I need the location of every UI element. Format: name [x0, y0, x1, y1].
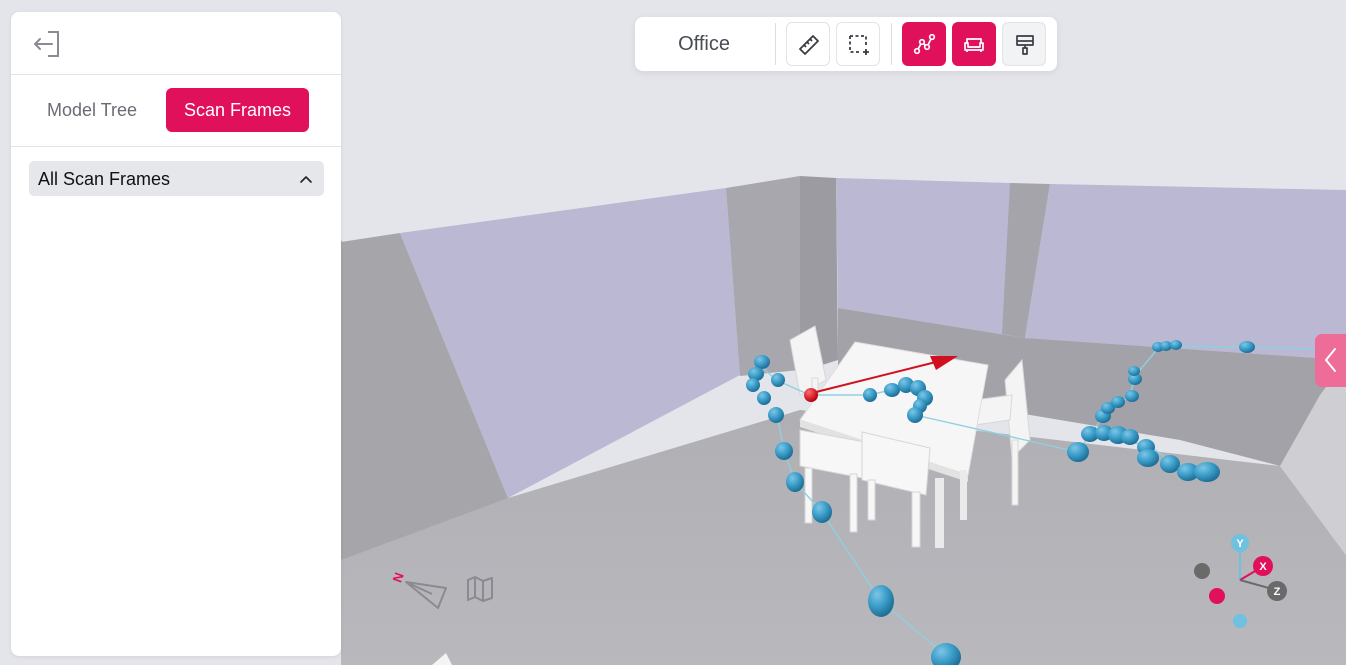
tab-scan-frames[interactable]: Scan Frames — [166, 88, 309, 132]
sofa-icon — [964, 38, 984, 52]
furniture-button[interactable] — [952, 22, 996, 66]
scan-path-button[interactable] — [902, 22, 946, 66]
gizmo-neg-x — [1209, 588, 1225, 604]
side-panel-header — [11, 12, 341, 75]
dropdown-label: All Scan Frames — [38, 169, 171, 189]
selection-add-icon — [849, 35, 869, 55]
toolbar-divider — [891, 23, 892, 65]
tab-model-tree[interactable]: Model Tree — [27, 88, 157, 132]
ruler-icon — [799, 35, 819, 55]
table-leg — [960, 470, 967, 520]
compass-north-label: N — [389, 572, 406, 584]
side-panel: Model Tree Scan Frames All Scan Frames — [11, 12, 341, 656]
gizmo-neg-y — [1233, 614, 1247, 628]
gizmo-z-label: Z — [1274, 586, 1281, 598]
right-wall — [1025, 184, 1346, 360]
navigation-controls: N — [388, 570, 498, 616]
project-title[interactable]: Office — [635, 17, 773, 71]
paint-button[interactable] — [1002, 22, 1046, 66]
map-icon[interactable] — [467, 576, 493, 602]
toolbar-divider — [775, 23, 776, 65]
compass-icon[interactable]: N — [389, 570, 447, 609]
paint-roller-icon — [1016, 35, 1034, 55]
gizmo-neg-z — [1194, 563, 1210, 579]
chevron-left-icon — [1325, 348, 1336, 372]
table-leg — [935, 478, 944, 548]
area-select-button[interactable] — [836, 22, 880, 66]
measure-button[interactable] — [786, 22, 830, 66]
chevron-up-icon — [300, 176, 312, 183]
top-toolbar: Office — [635, 17, 1057, 71]
exit-button[interactable] — [31, 28, 63, 60]
path-icon — [913, 33, 936, 55]
gizmo-x-label: X — [1259, 561, 1267, 573]
panel-tabs: Model Tree Scan Frames — [11, 75, 341, 147]
exit-icon — [34, 31, 59, 57]
current-frame-point — [804, 388, 818, 402]
right-panel-toggle[interactable] — [1315, 334, 1346, 387]
scan-frames-dropdown[interactable]: All Scan Frames — [29, 161, 324, 196]
gizmo-y-label: Y — [1236, 538, 1244, 550]
